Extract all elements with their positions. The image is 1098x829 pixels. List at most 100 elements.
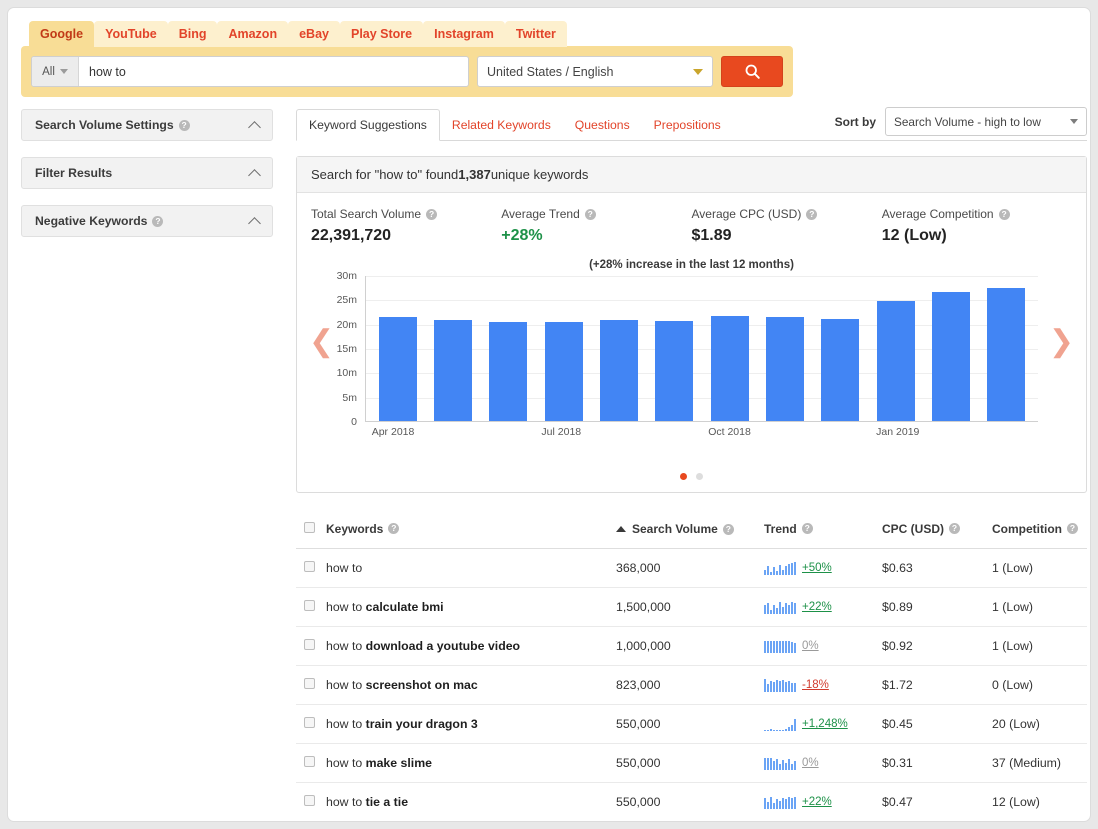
column-header-trend[interactable]: Trend? [760, 511, 878, 549]
tab-related-keywords[interactable]: Related Keywords [440, 109, 563, 141]
row-checkbox[interactable] [304, 795, 315, 806]
trend-percent[interactable]: +22% [802, 601, 832, 613]
sidebar-panel-negative-keywords[interactable]: Negative Keywords? [21, 205, 273, 237]
search-input[interactable] [79, 57, 468, 86]
chart-bar[interactable] [379, 317, 417, 421]
row-checkbox[interactable] [304, 678, 315, 689]
location-language-dropdown[interactable]: United States / English [477, 56, 713, 87]
row-checkbox[interactable] [304, 756, 315, 767]
chevron-right-icon[interactable]: ❯ [1049, 327, 1074, 357]
help-icon[interactable]: ? [999, 209, 1010, 220]
cell-competition: 37 (Medium) [988, 744, 1087, 783]
chevron-up-icon [248, 217, 261, 230]
help-icon[interactable]: ? [1067, 523, 1078, 534]
chart-bar[interactable] [600, 320, 638, 421]
trend-percent[interactable]: +22% [802, 796, 832, 808]
chart-bar[interactable] [711, 316, 749, 421]
search-bar: All United States / English [21, 46, 793, 97]
help-icon[interactable]: ? [802, 523, 813, 534]
sidebar-panel-search-volume-settings[interactable]: Search Volume Settings? [21, 109, 273, 141]
cell-cpc: $0.63 [878, 549, 988, 588]
engine-tab-ebay[interactable]: eBay [288, 21, 340, 47]
column-header-keywords[interactable]: Keywords? [322, 511, 612, 549]
table-row[interactable]: how to 368,000 +50% $0.63 1 (Low) [296, 549, 1087, 588]
cell-trend: 0% [760, 627, 878, 666]
row-select-cell [296, 549, 322, 588]
table-row[interactable]: how to train your dragon 3 550,000 +1,24… [296, 705, 1087, 744]
x-axis-tick: Apr 2018 [372, 426, 415, 438]
carousel-dot[interactable] [680, 473, 687, 480]
table-row[interactable]: how to make slime 550,000 0% $0.31 37 (M… [296, 744, 1087, 783]
cell-cpc: $0.89 [878, 588, 988, 627]
chart-x-axis: Apr 2018Jul 2018Oct 2018Jan 2019 [365, 426, 1038, 442]
engine-tab-play-store[interactable]: Play Store [340, 21, 423, 47]
help-icon[interactable]: ? [179, 120, 190, 131]
trend-percent[interactable]: +50% [802, 562, 832, 574]
table-row[interactable]: how to train your dragon 450,000 +639% $… [296, 822, 1087, 823]
column-header-search-volume[interactable]: Search Volume? [612, 511, 760, 549]
trend-sparkline [764, 562, 796, 575]
scope-dropdown[interactable]: All [32, 57, 79, 86]
trend-percent[interactable]: 0% [802, 757, 819, 769]
engine-tab-youtube[interactable]: YouTube [94, 21, 168, 47]
trend-sparkline [764, 601, 796, 614]
help-icon[interactable]: ? [806, 209, 817, 220]
row-checkbox[interactable] [304, 600, 315, 611]
engine-tab-amazon[interactable]: Amazon [217, 21, 288, 47]
cell-cpc: $1.72 [878, 666, 988, 705]
chart-bar[interactable] [821, 319, 859, 421]
row-checkbox[interactable] [304, 639, 315, 650]
engine-tab-instagram[interactable]: Instagram [423, 21, 505, 47]
help-icon[interactable]: ? [152, 216, 163, 227]
row-select-cell [296, 705, 322, 744]
row-checkbox[interactable] [304, 561, 315, 572]
chart-bar[interactable] [877, 301, 915, 421]
stat-label: Average Competition? [882, 207, 1072, 221]
help-icon[interactable]: ? [388, 523, 399, 534]
table-row[interactable]: how to screenshot on mac 823,000 -18% $1… [296, 666, 1087, 705]
help-icon[interactable]: ? [949, 523, 960, 534]
select-all-checkbox[interactable] [304, 522, 315, 533]
sort-dropdown-value: Search Volume - high to low [894, 115, 1041, 129]
column-header-competition[interactable]: Competition? [988, 511, 1087, 549]
tab-keyword-suggestions[interactable]: Keyword Suggestions [296, 109, 440, 141]
tab-prepositions[interactable]: Prepositions [642, 109, 733, 141]
keyword-input-group: All [31, 56, 469, 87]
chart-bar[interactable] [489, 322, 527, 421]
chart-bar[interactable] [545, 322, 583, 421]
chart-bar[interactable] [434, 320, 472, 421]
chart-bar[interactable] [987, 288, 1025, 421]
column-header-cpc-usd[interactable]: CPC (USD)? [878, 511, 988, 549]
table-row[interactable]: how to tie a tie 550,000 +22% $0.47 12 (… [296, 783, 1087, 822]
chart-bar[interactable] [766, 317, 804, 421]
y-axis-tick: 30m [337, 270, 357, 282]
cell-search-volume: 823,000 [612, 666, 760, 705]
engine-tab-bing[interactable]: Bing [168, 21, 218, 47]
carousel-dot[interactable] [696, 473, 703, 480]
help-icon[interactable]: ? [585, 209, 596, 220]
trend-percent[interactable]: -18% [802, 679, 829, 691]
table-row[interactable]: how to calculate bmi 1,500,000 +22% $0.8… [296, 588, 1087, 627]
cell-search-volume: 550,000 [612, 744, 760, 783]
engine-tab-google[interactable]: Google [29, 21, 94, 47]
help-icon[interactable]: ? [723, 524, 734, 535]
search-button[interactable] [721, 56, 783, 87]
tab-questions[interactable]: Questions [563, 109, 642, 141]
cell-cpc: $0.47 [878, 783, 988, 822]
cell-trend: +50% [760, 549, 878, 588]
column-header-label: Keywords? [326, 522, 399, 536]
stat-label: Average CPC (USD)? [692, 207, 882, 221]
row-checkbox[interactable] [304, 717, 315, 728]
trend-percent[interactable]: 0% [802, 640, 819, 652]
help-icon[interactable]: ? [426, 209, 437, 220]
summary-headline: Search for "how to" found 1,387 unique k… [297, 157, 1086, 193]
chart-bar[interactable] [655, 321, 693, 421]
trend-percent[interactable]: +1,248% [802, 718, 848, 730]
chart-bar[interactable] [932, 292, 970, 421]
sort-dropdown[interactable]: Search Volume - high to low [885, 107, 1087, 136]
table-row[interactable]: how to download a youtube video 1,000,00… [296, 627, 1087, 666]
sidebar-panel-filter-results[interactable]: Filter Results [21, 157, 273, 189]
chevron-down-icon [60, 69, 68, 74]
search-icon [744, 63, 761, 80]
engine-tab-twitter[interactable]: Twitter [505, 21, 567, 47]
